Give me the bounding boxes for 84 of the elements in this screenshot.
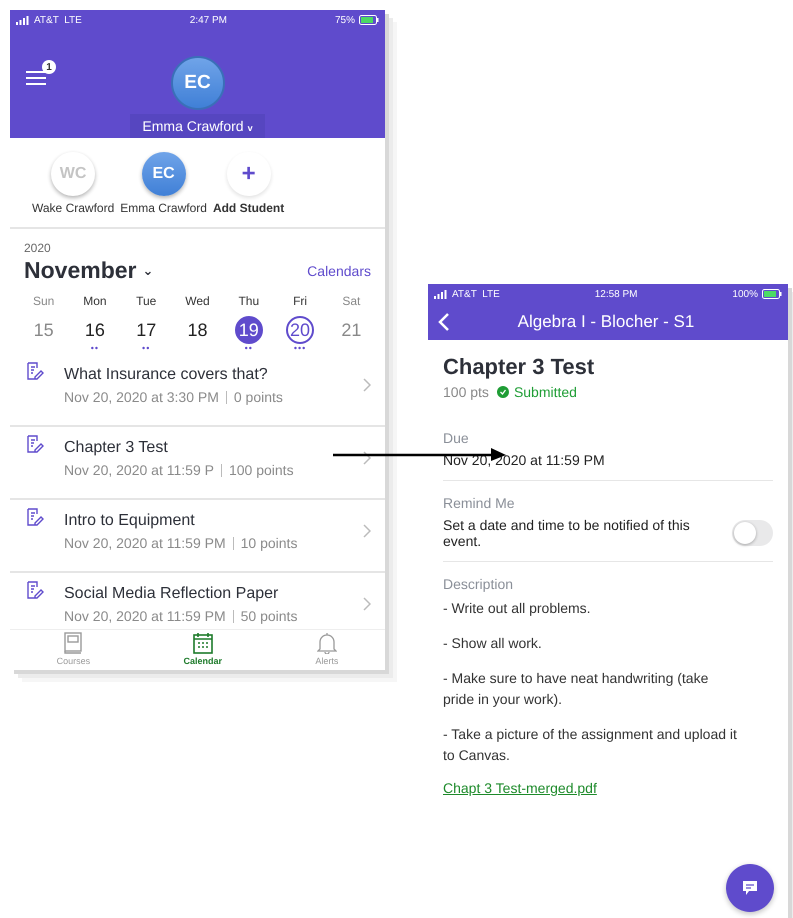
due-date: Nov 20, 2020 at 11:59 PM	[64, 535, 226, 551]
weekday-label: Tue	[136, 294, 156, 308]
status-time: 12:58 PM	[594, 288, 638, 300]
assignment-row[interactable]: What Insurance covers that? Nov 20, 2020 at 3:30 PM 0 points	[10, 354, 385, 427]
description-text: - Take a picture of the assignment and upload it to Canvas.	[443, 725, 738, 765]
date-button[interactable]: 15	[30, 316, 58, 344]
student-button[interactable]: EC Emma Crawford	[120, 152, 207, 215]
year-label: 2020	[24, 241, 52, 255]
event-dots: ••	[244, 344, 253, 354]
weekday-label: Fri	[293, 294, 308, 308]
remind-toggle[interactable]	[732, 520, 773, 546]
chevron-icon	[363, 524, 371, 538]
event-dots: ••	[142, 344, 150, 354]
assignment-icon	[26, 435, 44, 453]
assignment-title: What Insurance covers that?	[64, 366, 269, 384]
student-button[interactable]: WC Wake Crawford	[32, 152, 114, 215]
assignment-row[interactable]: Intro to Equipment Nov 20, 2020 at 11:59 PM 10 points	[10, 500, 385, 573]
status-time: 2:47 PM	[190, 14, 228, 26]
assignment-title: Chapter 3 Test	[64, 439, 169, 457]
month-picker[interactable]: November ⌄	[24, 257, 154, 284]
check-icon	[496, 386, 509, 398]
weekday-label: Wed	[185, 294, 210, 308]
date-button[interactable]: 18	[183, 316, 212, 344]
assignment-row[interactable]: Chapter 3 Test Nov 20, 2020 at 11:59 P 100 points	[10, 427, 385, 500]
description-label: Description	[443, 576, 514, 592]
chat-button[interactable]	[726, 864, 774, 912]
tab-bar-item[interactable]: Calendar	[163, 630, 242, 670]
student-switcher[interactable]: Emma Crawford v	[130, 114, 265, 138]
signal-icon	[434, 290, 448, 298]
event-dots: ••	[90, 344, 100, 354]
menu-button[interactable]: 1	[26, 60, 56, 88]
assignment-icon	[26, 362, 44, 380]
carrier-text: AT&T LTE	[34, 14, 82, 26]
points-text: 100 pts	[443, 384, 489, 400]
due-date: Nov 20, 2020 at 11:59 P	[64, 462, 214, 478]
weekday-label: Sat	[342, 294, 360, 308]
back-icon	[438, 312, 450, 332]
points-text: 10 points	[240, 535, 298, 551]
assignment-icon	[26, 581, 44, 599]
battery-icon	[762, 289, 782, 299]
weekday-label: Mon	[83, 294, 107, 308]
assignment-icon	[26, 508, 44, 526]
chevron-icon	[363, 597, 371, 611]
points-text: 50 points	[240, 608, 298, 624]
due-date: Nov 20, 2020 at 3:30 PM	[64, 389, 219, 405]
assignment-row[interactable]: Social Media Reflection Paper Nov 20, 2020 at 11:59 PM 50 points	[10, 573, 385, 629]
attachment-link[interactable]: Chapt 3 Test-merged.pdf	[443, 780, 597, 796]
date-button[interactable]: 20	[286, 316, 314, 344]
message-icon	[742, 880, 758, 896]
chevron-icon	[363, 378, 371, 392]
add-student-button[interactable]: + Add Student	[212, 152, 284, 215]
points-text: 0 points	[234, 389, 283, 405]
battery-percent: 75%	[334, 14, 355, 26]
bell-icon	[316, 632, 337, 654]
points-text: 100 points	[228, 462, 294, 478]
submission-status: Submitted	[496, 384, 577, 400]
date-button[interactable]: 21	[337, 316, 366, 344]
date-button[interactable]: 16	[80, 316, 109, 344]
assignment-heading: Chapter 3 Test	[443, 354, 596, 380]
signal-icon	[16, 16, 30, 24]
carrier-text: AT&T LTE	[452, 288, 500, 300]
due-label: Due	[443, 430, 470, 446]
assignment-title: Intro to Equipment	[64, 512, 196, 530]
assignment-title: Social Media Reflection Paper	[64, 585, 280, 603]
chevron-icon	[363, 451, 371, 465]
due-date: Nov 20, 2020 at 11:59 PM	[64, 608, 226, 624]
notification-badge: 1	[42, 60, 56, 74]
description-text: - Show all work.	[443, 634, 543, 653]
remind-text: Set a date and time to be notified of this event.	[443, 517, 691, 549]
weekday-label: Thu	[238, 294, 260, 308]
event-dots: •••	[294, 344, 306, 354]
menu-icon	[26, 70, 46, 86]
date-button[interactable]: 19	[234, 316, 263, 344]
battery-percent: 100%	[732, 288, 758, 300]
date-button[interactable]: 17	[132, 316, 160, 344]
course-title: Algebra I - Blocher - S1	[516, 312, 696, 332]
calendar-icon	[192, 632, 213, 654]
calendars-link[interactable]: Calendars	[307, 262, 371, 278]
book-icon	[64, 632, 82, 654]
remind-label: Remind Me	[443, 495, 516, 511]
description-text: - Make sure to have neat handwriting (take pride in your work).	[443, 669, 710, 709]
description-text: - Write out all problems.	[443, 599, 592, 618]
battery-icon	[359, 15, 379, 25]
weekday-label: Sun	[32, 294, 54, 308]
